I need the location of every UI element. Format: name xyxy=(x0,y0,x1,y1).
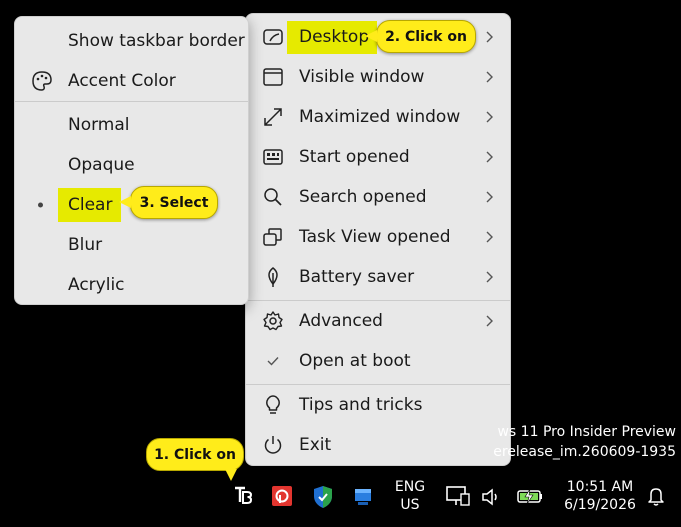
menu-item-maximized-window[interactable]: Maximized window xyxy=(246,97,510,137)
leaf-icon xyxy=(268,267,278,287)
callout-text: 1. Click on xyxy=(154,446,236,463)
selected-bullet-icon xyxy=(38,202,43,208)
menu-item-exit[interactable]: Exit xyxy=(246,425,510,465)
desktop-icon xyxy=(263,29,283,45)
task-view-icon xyxy=(263,228,282,246)
menu-item-start-opened[interactable]: Start opened xyxy=(246,137,510,177)
menu-item-label: Acrylic xyxy=(68,275,125,295)
translucenttb-tray-icon[interactable] xyxy=(232,484,254,506)
menu-item-battery-saver[interactable]: Battery saver xyxy=(246,257,510,297)
volume-icon[interactable] xyxy=(481,487,501,507)
lightbulb-icon xyxy=(266,395,280,414)
menu-item-label: Normal xyxy=(68,115,130,135)
callout-text: 3. Select xyxy=(139,194,209,211)
language-indicator[interactable]: ENG US xyxy=(390,478,430,514)
battery-charging-icon[interactable] xyxy=(516,486,544,506)
menu-item-label: Open at boot xyxy=(299,351,411,371)
palette-icon xyxy=(32,71,52,91)
menu-item-label: Exit xyxy=(299,435,332,455)
menu-item-label: Maximized window xyxy=(299,107,461,127)
callout-step-3: 3. Select xyxy=(119,186,218,219)
menu-item-search-opened[interactable]: Search opened xyxy=(246,177,510,217)
menu-item-label: Task View opened xyxy=(299,227,451,247)
callout-tail xyxy=(365,30,377,42)
chevron-right-icon xyxy=(486,111,493,123)
submenu-item-accent-color[interactable]: Accent Color xyxy=(15,61,248,101)
chevron-right-icon xyxy=(486,31,493,43)
callout-tail xyxy=(225,469,237,481)
menu-item-label: Battery saver xyxy=(299,267,415,287)
region-code: US xyxy=(400,497,420,513)
windows-update-icon[interactable] xyxy=(352,487,374,507)
search-icon xyxy=(264,188,282,206)
menu-item-label: Search opened xyxy=(299,187,427,207)
menu-item-label: Tips and tricks xyxy=(299,395,423,415)
chevron-right-icon xyxy=(486,315,493,327)
clock[interactable]: 10:51 AM 6/19/2026 xyxy=(556,478,644,514)
desktop-submenu: Show taskbar border Accent Color Normal … xyxy=(14,16,249,305)
language-code: ENG xyxy=(394,479,426,495)
chevron-right-icon xyxy=(486,231,493,243)
network-icon[interactable] xyxy=(445,484,471,508)
menu-item-label: Accent Color xyxy=(68,71,176,91)
app-tray-icon-red[interactable] xyxy=(271,485,293,507)
menu-item-tips-and-tricks[interactable]: Tips and tricks xyxy=(246,385,510,425)
checkmark-icon xyxy=(267,357,279,366)
submenu-item-show-taskbar-border[interactable]: Show taskbar border xyxy=(15,21,248,61)
menu-item-label: Clear xyxy=(68,195,113,215)
submenu-item-blur[interactable]: Blur xyxy=(15,225,248,265)
gear-icon xyxy=(263,311,283,331)
maximize-icon xyxy=(264,108,282,126)
menu-item-label: Desktop xyxy=(299,27,370,47)
window-icon xyxy=(263,68,283,86)
menu-separator xyxy=(15,101,248,102)
menu-item-visible-window[interactable]: Visible window xyxy=(246,57,510,97)
chevron-right-icon xyxy=(486,71,493,83)
callout-step-1: 1. Click on xyxy=(146,438,244,481)
power-icon xyxy=(264,436,282,454)
menu-item-advanced[interactable]: Advanced xyxy=(246,301,510,341)
watermark-line-2: erelease_im.260609-1935 xyxy=(493,444,676,460)
watermark-line-1: ws 11 Pro Insider Preview xyxy=(497,424,676,440)
shield-icon[interactable] xyxy=(312,485,334,509)
menu-item-label: Start opened xyxy=(299,147,410,167)
notification-bell-icon[interactable] xyxy=(647,486,665,506)
menu-item-label: Opaque xyxy=(68,155,135,175)
submenu-item-opaque[interactable]: Opaque xyxy=(15,145,248,185)
chevron-right-icon xyxy=(486,191,493,203)
clock-date: 6/19/2026 xyxy=(564,497,636,513)
start-menu-icon xyxy=(263,149,283,165)
callout-text: 2. Click on xyxy=(385,28,467,45)
submenu-item-acrylic[interactable]: Acrylic xyxy=(15,265,248,305)
chevron-right-icon xyxy=(486,271,493,283)
menu-item-open-at-boot[interactable]: Open at boot xyxy=(246,341,510,381)
callout-tail xyxy=(119,196,131,208)
clock-time: 10:51 AM xyxy=(566,479,634,495)
menu-item-label: Blur xyxy=(68,235,103,255)
chevron-right-icon xyxy=(486,151,493,163)
context-menu: Desktop Visible window Maximized window … xyxy=(245,13,511,466)
callout-step-2: 2. Click on xyxy=(365,20,476,53)
menu-item-label: Advanced xyxy=(299,311,383,331)
menu-item-task-view-opened[interactable]: Task View opened xyxy=(246,217,510,257)
menu-item-label: Show taskbar border xyxy=(68,31,245,51)
menu-item-label: Visible window xyxy=(299,67,425,87)
submenu-item-normal[interactable]: Normal xyxy=(15,105,248,145)
